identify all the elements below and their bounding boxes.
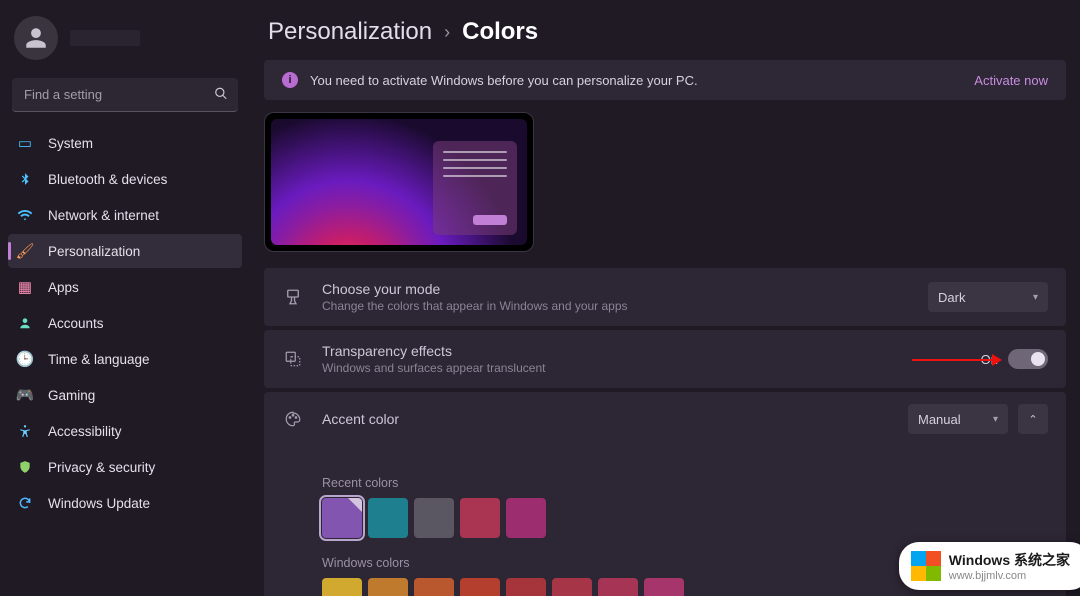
card-title: Transparency effects [322,343,963,359]
nav-label: Gaming [48,388,95,403]
info-icon: i [282,72,298,88]
nav-network[interactable]: Network & internet [8,198,242,232]
nav-label: System [48,136,93,151]
username-redacted [70,30,140,46]
nav-personalization[interactable]: 🖌 Personalization [8,234,242,268]
nav-label: Time & language [48,352,150,367]
dropdown-value: Dark [938,290,965,305]
card-desc: Change the colors that appear in Windows… [322,299,910,313]
avatar [14,16,58,60]
chevron-down-icon: ▾ [993,414,998,425]
color-swatch[interactable] [506,578,546,596]
dropdown-value: Manual [918,412,961,427]
nav-label: Accessibility [48,424,122,439]
person-icon [23,25,49,51]
bluetooth-icon [16,172,34,186]
nav-gaming[interactable]: 🎮 Gaming [8,378,242,412]
nav-label: Windows Update [48,496,150,511]
chevron-up-icon: ⌃ [1028,413,1037,426]
activation-banner: i You need to activate Windows before yo… [264,60,1066,100]
color-swatch[interactable] [644,578,684,596]
nav-label: Apps [48,280,79,295]
card-choose-mode[interactable]: Choose your mode Change the colors that … [264,268,1066,326]
color-swatch[interactable] [460,578,500,596]
color-swatch[interactable] [322,498,362,538]
watermark: Windows 系统之家 www.bjjmlv.com [899,542,1080,590]
nav-bluetooth[interactable]: Bluetooth & devices [8,162,242,196]
preview-window [433,141,517,235]
watermark-line2: www.bjjmlv.com [949,570,1070,582]
desktop-preview [264,112,534,252]
breadcrumb-current: Colors [462,18,538,46]
accent-mode-dropdown[interactable]: Manual ▾ [908,404,1008,434]
color-swatch[interactable] [598,578,638,596]
recent-colors-label: Recent colors [322,476,1048,490]
search-box[interactable] [12,78,238,112]
color-swatch[interactable] [414,498,454,538]
gamepad-icon: 🎮 [16,386,34,404]
nav-time[interactable]: 🕒 Time & language [8,342,242,376]
nav-accessibility[interactable]: Accessibility [8,414,242,448]
nav-label: Privacy & security [48,460,155,475]
brush-icon [282,288,304,306]
banner-text: You need to activate Windows before you … [310,73,962,88]
color-swatch[interactable] [552,578,592,596]
recent-colors-row [322,498,1048,538]
toggle-state-label: On [981,352,998,367]
transparency-icon [282,350,304,368]
update-icon [16,496,34,510]
display-icon: ▭ [16,134,34,152]
nav-list: ▭ System Bluetooth & devices Network & in… [8,126,242,520]
nav-apps[interactable]: ▦ Apps [8,270,242,304]
breadcrumb: Personalization › Colors [264,18,1066,46]
collapse-button[interactable]: ⌃ [1018,404,1048,434]
accent-header[interactable]: Accent color Manual ▾ ⌃ [264,392,1066,446]
search-input[interactable] [12,78,238,112]
card-title: Choose your mode [322,281,910,297]
accessibility-icon [16,424,34,438]
card-title: Accent color [322,411,890,427]
search-icon [214,87,228,104]
nav-label: Bluetooth & devices [48,172,167,187]
sidebar: ▭ System Bluetooth & devices Network & in… [0,0,250,596]
color-swatch[interactable] [368,578,408,596]
watermark-line1: Windows 系统之家 [949,550,1070,570]
clock-globe-icon: 🕒 [16,350,34,368]
apps-icon: ▦ [16,278,34,296]
nav-system[interactable]: ▭ System [8,126,242,160]
nav-label: Network & internet [48,208,159,223]
nav-update[interactable]: Windows Update [8,486,242,520]
chevron-down-icon: ▾ [1033,292,1038,303]
card-transparency[interactable]: Transparency effects Windows and surface… [264,330,1066,388]
shield-icon [16,460,34,474]
person-icon [16,316,34,330]
profile-block[interactable] [8,10,242,74]
nav-privacy[interactable]: Privacy & security [8,450,242,484]
paintbrush-icon: 🖌 [16,242,34,260]
color-swatch[interactable] [414,578,454,596]
breadcrumb-parent[interactable]: Personalization [268,18,432,46]
mode-dropdown[interactable]: Dark ▾ [928,282,1048,312]
card-desc: Windows and surfaces appear translucent [322,361,963,375]
activate-now-link[interactable]: Activate now [974,73,1048,88]
nav-accounts[interactable]: Accounts [8,306,242,340]
nav-label: Accounts [48,316,104,331]
color-swatch[interactable] [368,498,408,538]
transparency-toggle[interactable] [1008,349,1048,369]
nav-label: Personalization [48,244,140,259]
color-swatch[interactable] [460,498,500,538]
palette-icon [282,410,304,428]
chevron-right-icon: › [444,22,450,43]
preview-wallpaper [271,119,527,245]
wifi-icon [16,207,34,223]
color-swatch[interactable] [506,498,546,538]
main-content: Personalization › Colors i You need to a… [250,0,1080,596]
color-swatch[interactable] [322,578,362,596]
